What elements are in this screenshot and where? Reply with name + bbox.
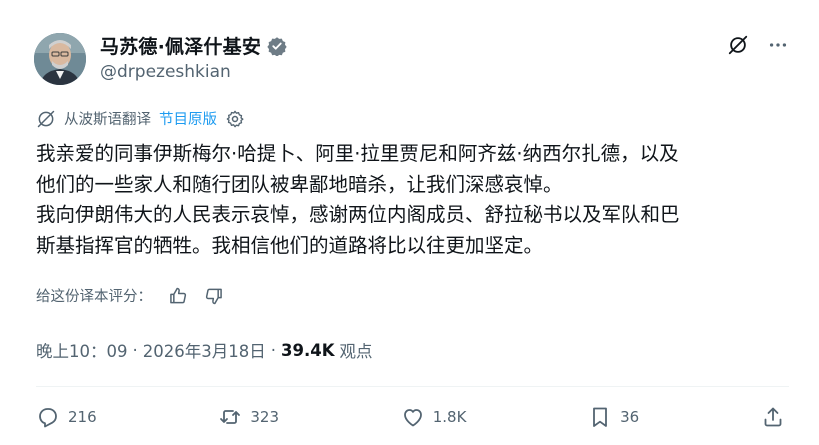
thumbs-up-icon[interactable] xyxy=(168,286,188,306)
translation-row: 从波斯语翻译 节目原版 xyxy=(36,108,245,129)
author-name-row: 马苏德·佩泽什基安 xyxy=(100,32,287,59)
tweet-date[interactable]: 2026年3月18日 xyxy=(143,338,266,362)
repost-icon xyxy=(220,410,241,424)
reply-count: 216 xyxy=(68,408,97,426)
heart-icon xyxy=(403,409,422,427)
avatar-photo xyxy=(34,33,86,85)
reply-button[interactable]: 216 xyxy=(36,405,97,429)
views-count: 39.4K xyxy=(281,340,335,360)
views-label: 观点 xyxy=(339,342,373,361)
avatar[interactable] xyxy=(34,33,86,85)
share-icon xyxy=(764,407,782,427)
translation-note: 从波斯语翻译 xyxy=(64,112,151,128)
meta-separator: · xyxy=(132,340,138,360)
show-original-link[interactable]: 节目原版 xyxy=(159,108,217,129)
like-count: 1.8K xyxy=(432,408,467,426)
bookmark-button[interactable]: 36 xyxy=(588,405,639,429)
tweet-text: 我亲爱的同事伊斯梅尔·哈提卜、阿里·拉里贾尼和阿齐兹·纳西尔扎德，以及 他们的一… xyxy=(36,142,680,257)
rating-prompt: 给这份译本评分： xyxy=(36,289,152,305)
author-display-name[interactable]: 马苏德·佩泽什基安 xyxy=(100,32,261,59)
bookmark-icon xyxy=(593,407,608,427)
divider xyxy=(36,386,789,387)
meta-separator: · xyxy=(270,340,276,360)
top-actions xyxy=(727,34,789,56)
author-handle[interactable]: @drpezeshkian xyxy=(100,62,231,82)
tweet-time[interactable]: 晚上10：09 xyxy=(36,338,128,362)
more-icon[interactable] xyxy=(767,34,789,56)
share-button[interactable] xyxy=(761,405,785,429)
verified-badge-icon[interactable] xyxy=(267,36,287,56)
action-bar: 216 323 1.8K 36 xyxy=(36,400,785,434)
translate-icon xyxy=(36,109,56,129)
repost-button[interactable]: 323 xyxy=(218,405,279,429)
tweet-meta-row: 晚上10：09 · 2026年3月18日 · 39.4K 观点 xyxy=(36,338,373,362)
repost-count: 323 xyxy=(250,408,279,426)
translation-rating-row: 给这份译本评分： xyxy=(36,285,224,306)
settings-gear-icon[interactable] xyxy=(225,109,245,129)
thumbs-down-icon[interactable] xyxy=(204,286,224,306)
like-button[interactable]: 1.8K xyxy=(401,405,467,429)
grok-icon[interactable] xyxy=(727,34,749,56)
bookmark-count: 36 xyxy=(620,408,640,426)
reply-icon xyxy=(39,408,57,428)
